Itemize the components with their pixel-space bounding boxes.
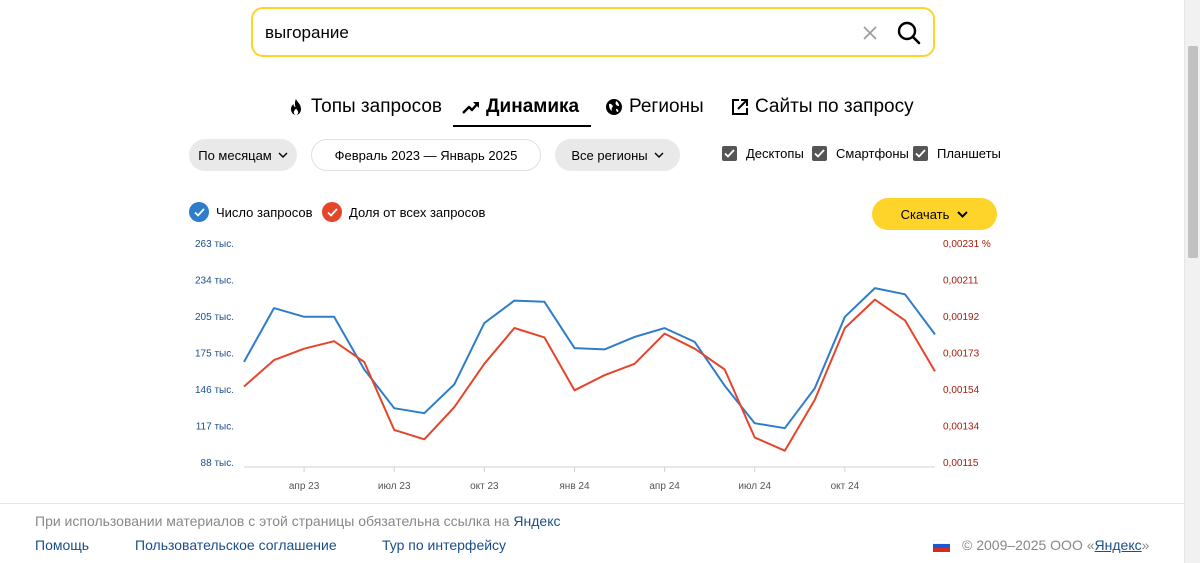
date-range-label: Февраль 2023 — Январь 2025 xyxy=(334,147,518,163)
x-tick-label: янв 24 xyxy=(559,481,590,492)
y-right-tick-label: 0,00231 % xyxy=(943,239,991,250)
copyright: © 2009–2025 ООО «Яндекс» xyxy=(962,537,1149,553)
chevron-down-icon xyxy=(654,152,664,158)
y-left-tick-label: 146 тыс. xyxy=(195,385,234,396)
tab-top-queries[interactable]: Топы запросов xyxy=(287,92,442,122)
region-select[interactable]: Все регионы xyxy=(555,139,680,171)
search-input[interactable] xyxy=(265,19,825,47)
y-right-tick-label: 0,00115 xyxy=(943,458,979,469)
checkbox-checked-icon xyxy=(722,146,737,161)
tab-dynamics[interactable]: Динамика xyxy=(452,92,592,127)
y-left-tick-label: 234 тыс. xyxy=(195,276,234,287)
attribution-text: При использовании материалов с этой стра… xyxy=(35,513,510,529)
trend-icon xyxy=(462,102,479,114)
region-label: Все регионы xyxy=(571,147,648,163)
tab-label: Сайты по запросу xyxy=(755,96,914,117)
y-left-tick-label: 175 тыс. xyxy=(195,349,234,360)
scrollbar-thumb[interactable] xyxy=(1188,46,1198,258)
legend-toggle-count[interactable]: Число запросов xyxy=(189,202,312,222)
globe-icon xyxy=(606,99,622,115)
chevron-down-icon xyxy=(278,152,288,158)
footer: При использовании материалов с этой стра… xyxy=(0,503,1184,563)
checkbox-label: Десктопы xyxy=(746,146,804,161)
download-label: Скачать xyxy=(900,206,950,222)
copyright-suffix: » xyxy=(1141,537,1150,553)
x-tick-label: апр 23 xyxy=(289,481,320,492)
search-box xyxy=(251,7,935,57)
x-tick-label: июл 24 xyxy=(738,481,771,492)
yandex-link[interactable]: Яндекс xyxy=(513,513,560,529)
tab-label: Динамика xyxy=(486,96,580,117)
checkbox-label: Планшеты xyxy=(937,146,1001,161)
tab-label: Топы запросов xyxy=(311,96,442,117)
copyright-prefix: © 2009–2025 ООО « xyxy=(962,537,1095,553)
x-tick-label: окт 24 xyxy=(831,481,860,492)
help-link[interactable]: Помощь xyxy=(35,537,89,553)
y-right-tick-label: 0,00192 xyxy=(943,312,980,323)
period-select[interactable]: По месяцам xyxy=(189,139,297,171)
user-agreement-link[interactable]: Пользовательское соглашение xyxy=(135,537,337,553)
y-right-tick-label: 0,00173 xyxy=(943,349,980,360)
clear-icon[interactable] xyxy=(860,23,880,43)
download-button[interactable]: Скачать xyxy=(872,198,997,230)
x-tick-label: июл 23 xyxy=(378,481,411,492)
y-left-tick-label: 205 тыс. xyxy=(195,312,234,323)
russian-flag-icon xyxy=(933,540,950,552)
x-tick-label: окт 23 xyxy=(470,481,499,492)
dynamics-chart: 263 тыс. 234 тыс. 205 тыс. 175 тыс. 146 тыс.… xyxy=(195,239,991,492)
tabs: Топы запросов Динамика Регионы Сайты по … xyxy=(0,92,1200,127)
interface-tour-link[interactable]: Тур по интерфейсу xyxy=(382,537,506,553)
check-icon xyxy=(189,202,209,222)
y-left-tick-label: 117 тыс. xyxy=(196,422,234,433)
tab-sites[interactable]: Сайты по запросу xyxy=(731,92,914,122)
check-icon xyxy=(322,202,342,222)
x-tick-label: апр 24 xyxy=(649,481,680,492)
checkbox-smartphones[interactable]: Смартфоны xyxy=(812,146,909,161)
chevron-down-icon xyxy=(957,210,969,218)
y-right-tick-label: 0,00211 xyxy=(943,276,979,287)
attribution-note: При использовании материалов с этой стра… xyxy=(35,513,561,529)
period-label: По месяцам xyxy=(198,147,272,163)
y-left-tick-label: 263 тыс. xyxy=(195,239,234,250)
series-line-share xyxy=(243,298,936,452)
y-right-tick-label: 0,00134 xyxy=(943,422,980,433)
legend-label-share: Доля от всех запросов xyxy=(349,204,486,220)
external-link-icon xyxy=(732,99,748,115)
checkbox-label: Смартфоны xyxy=(836,146,909,161)
legend-label-count: Число запросов xyxy=(216,204,313,220)
date-range-picker[interactable]: Февраль 2023 — Январь 2025 xyxy=(311,139,541,171)
checkbox-tablets[interactable]: Планшеты xyxy=(913,146,1001,161)
tab-label: Регионы xyxy=(629,96,704,117)
copyright-yandex-link[interactable]: Яндекс xyxy=(1095,537,1142,553)
y-right-tick-label: 0,00154 xyxy=(943,385,980,396)
legend-toggle-share[interactable]: Доля от всех запросов xyxy=(322,202,485,222)
checkbox-checked-icon xyxy=(812,146,827,161)
checkbox-checked-icon xyxy=(913,146,928,161)
search-icon[interactable] xyxy=(896,20,922,46)
scrollbar[interactable] xyxy=(1184,0,1200,563)
checkbox-desktops[interactable]: Десктопы xyxy=(722,146,804,161)
fire-icon xyxy=(291,99,301,115)
y-left-tick-label: 88 тыс. xyxy=(201,458,234,469)
tab-regions[interactable]: Регионы xyxy=(605,92,704,122)
